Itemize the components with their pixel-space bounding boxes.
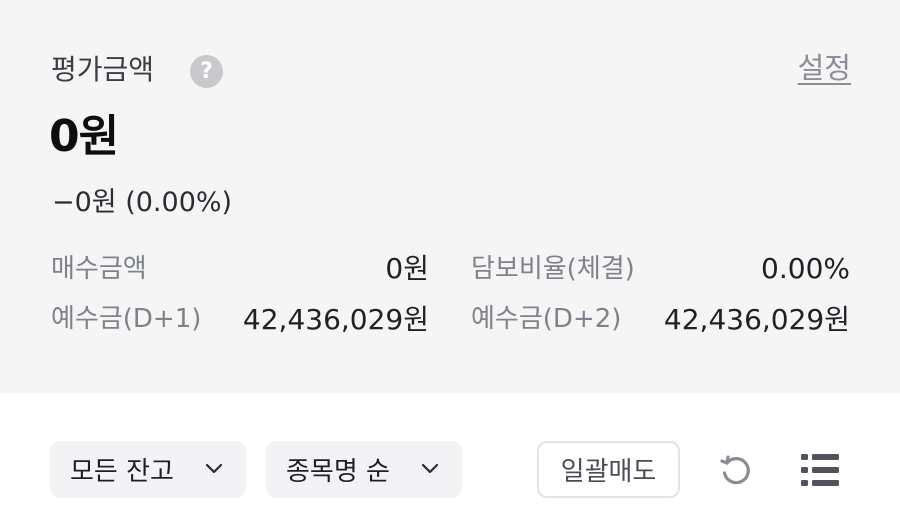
- collateral-ratio-value: 0.00%: [761, 252, 850, 285]
- sort-order-label: 종목명 순: [286, 457, 390, 487]
- question-circle-icon[interactable]: ?: [190, 55, 223, 88]
- bulk-sell-button[interactable]: 일괄매도: [537, 441, 680, 498]
- balance-filter-dropdown[interactable]: 모든 잔고: [50, 441, 246, 498]
- settings-link[interactable]: 설정: [798, 48, 851, 88]
- purchase-amount-value: 0원: [385, 252, 429, 285]
- chevron-down-icon: [421, 463, 439, 474]
- deposit-d1-value: 42,436,029원: [242, 303, 429, 336]
- list-view-icon[interactable]: [799, 451, 841, 489]
- balance-filter-label: 모든 잔고: [70, 457, 174, 487]
- evaluation-change-value: −0원 (0.00%): [52, 187, 233, 218]
- sort-order-dropdown[interactable]: 종목명 순: [266, 441, 462, 498]
- deposit-d2-value: 42,436,029원: [663, 303, 850, 336]
- chevron-down-icon: [205, 463, 223, 474]
- evaluation-amount-label: 평가금액: [51, 53, 155, 86]
- refresh-icon[interactable]: [716, 451, 756, 491]
- purchase-amount-label: 매수금액: [51, 254, 147, 284]
- collateral-ratio-label: 담보비율(체결): [471, 254, 635, 284]
- evaluation-summary-panel: 평가금액 ? 설정 0원 −0원 (0.00%) 매수금액 0원 담보비율(체결…: [0, 0, 900, 393]
- deposit-d2-label: 예수금(D+2): [471, 304, 622, 334]
- deposit-d1-label: 예수금(D+1): [51, 304, 202, 334]
- evaluation-amount-value: 0원: [49, 111, 119, 162]
